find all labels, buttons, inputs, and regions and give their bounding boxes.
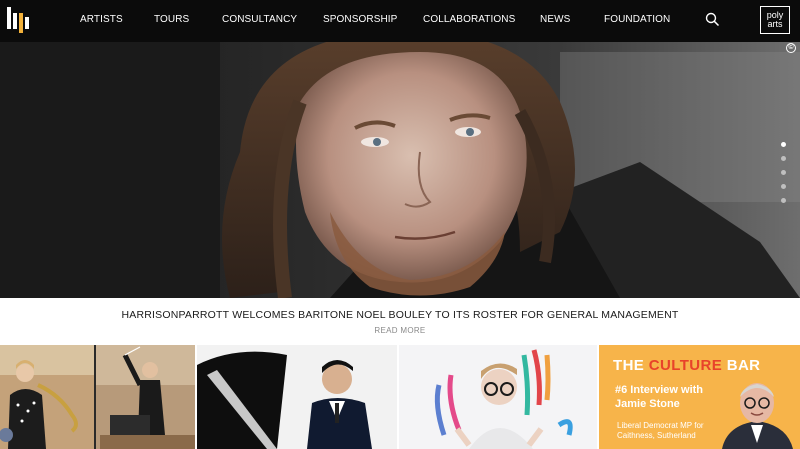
slider-dot-1[interactable] xyxy=(781,142,786,147)
culture-bar-title-accent: CULTURE xyxy=(648,357,723,374)
nav-news[interactable]: NEWS xyxy=(540,14,570,25)
featured-tiles: THE CULTURE BAR #6 Interview with Jamie … xyxy=(0,345,800,449)
slider-dot-5[interactable] xyxy=(781,198,786,203)
nav-collaborations[interactable]: COLLABORATIONS xyxy=(423,14,515,25)
pianist-image xyxy=(197,345,397,449)
nav-sponsorship[interactable]: SPONSORSHIP xyxy=(323,14,397,25)
hero-caption: HARRISONPARROTT WELCOMES BARITONE NOEL B… xyxy=(0,298,800,344)
slider-dot-2[interactable] xyxy=(781,156,786,161)
polyarts-logo[interactable]: poly arts xyxy=(760,6,790,34)
culture-bar-title-part3: BAR xyxy=(722,357,761,374)
nav-artists[interactable]: ARTISTS xyxy=(80,14,123,25)
headline-link[interactable]: HARRISONPARROTT WELCOMES BARITONE NOEL B… xyxy=(0,309,800,321)
guest-portrait xyxy=(722,383,793,449)
rehearsal-image xyxy=(0,345,195,449)
nav-tours[interactable]: TOURS xyxy=(154,14,189,25)
colors-image xyxy=(399,345,597,449)
nav-consultancy[interactable]: CONSULTANCY xyxy=(222,14,297,25)
slider-dot-4[interactable] xyxy=(781,184,786,189)
site-header: ARTISTS TOURS CONSULTANCY SPONSORSHIP CO… xyxy=(0,0,800,42)
tile-rehearsal[interactable] xyxy=(0,345,195,449)
slider-pagination xyxy=(781,142,787,212)
culture-bar-subtitle: #6 Interview with Jamie Stone xyxy=(615,384,704,410)
main-nav: ARTISTS TOURS CONSULTANCY SPONSORSHIP CO… xyxy=(0,0,800,42)
copyright-icon[interactable]: © xyxy=(786,43,796,53)
culture-bar-title-part1: THE xyxy=(613,357,649,374)
tile-pianist[interactable] xyxy=(197,345,397,449)
hero-image xyxy=(0,42,800,298)
culture-bar-title: THE CULTURE BAR xyxy=(613,357,760,374)
search-icon[interactable] xyxy=(705,12,720,27)
slider-dot-3[interactable] xyxy=(781,170,786,175)
nav-foundation[interactable]: FOUNDATION xyxy=(604,14,670,25)
tile-colors[interactable] xyxy=(399,345,597,449)
tile-culture-bar[interactable]: THE CULTURE BAR #6 Interview with Jamie … xyxy=(599,345,800,449)
culture-bar-guest-description: Liberal Democrat MP for Caithness, Suthe… xyxy=(617,421,704,440)
polyarts-line2: arts xyxy=(767,19,783,29)
hero-slider[interactable] xyxy=(0,42,800,298)
read-more-link[interactable]: READ MORE xyxy=(0,326,800,335)
